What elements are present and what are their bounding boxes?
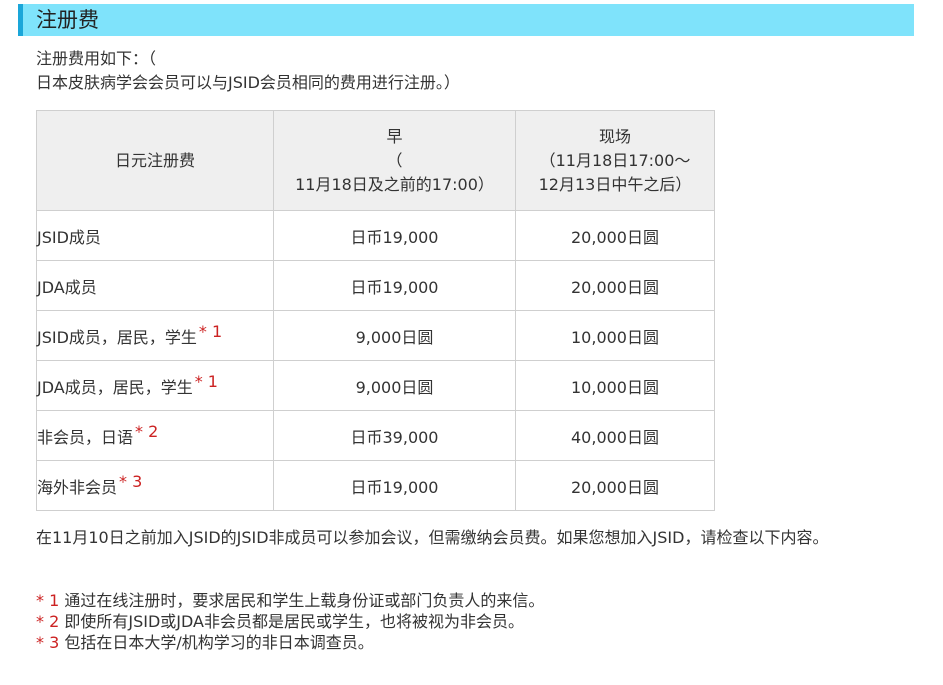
section-header: 注册费 <box>18 4 914 36</box>
table-row: 海外非会员 * 3 日币19,000 20,000日圆 <box>36 460 715 511</box>
row-category: JDA成员，居民，学生 * 1 <box>36 360 274 411</box>
row-category: 非会员，日语 * 2 <box>36 410 274 461</box>
header-onsite-title: 现场 <box>598 126 631 146</box>
table-row: 非会员，日语 * 2 日币39,000 40,000日圆 <box>36 410 715 461</box>
row-category-label: 海外非会员 <box>37 477 118 497</box>
footnote-ref: * 2 <box>36 612 60 631</box>
header-onsite-date-2: 12月13日中午之后） <box>538 174 692 194</box>
footnote-text: 通过在线注册时，要求居民和学生上载身份证或部门负责人的来信。 <box>59 591 545 610</box>
footnote-item: * 1 通过在线注册时，要求居民和学生上载身份证或部门负责人的来信。 <box>36 590 544 611</box>
row-category-label: JDA成员 <box>37 277 97 297</box>
row-category-label: JSID成员，居民，学生 <box>37 327 197 347</box>
row-category-label: JSID成员 <box>37 227 101 247</box>
row-early-fee: 日币19,000 <box>273 210 516 261</box>
row-early-fee: 日币39,000 <box>273 410 516 461</box>
row-onsite-fee: 10,000日圆 <box>515 310 715 361</box>
table-header-row: 日元注册费 早 （ 11月18日及之前的17:00） 现场 （11月18日17:… <box>36 110 715 211</box>
membership-note: 在11月10日之前加入JSID的JSID非成员可以参加会议，但需缴纳会员费。如果… <box>36 528 829 547</box>
row-early-fee: 日币19,000 <box>273 260 516 311</box>
row-category: JSID成员 <box>36 210 274 261</box>
table-row: JSID成员，居民，学生 * 1 9,000日圆 10,000日圆 <box>36 310 715 361</box>
row-category-label: 非会员，日语 <box>37 427 134 447</box>
header-early-title: 早 <box>386 126 403 146</box>
intro-line-1: 注册费用如下：（ <box>36 49 157 68</box>
table-row: JDA成员 日币19,000 20,000日圆 <box>36 260 715 311</box>
footnote-text: 包括在日本大学/机构学习的非日本调查员。 <box>59 633 374 652</box>
footnote-item: * 3 包括在日本大学/机构学习的非日本调查员。 <box>36 632 544 653</box>
table-row: JDA成员，居民，学生 * 1 9,000日圆 10,000日圆 <box>36 360 715 411</box>
section-title: 注册费 <box>36 8 99 32</box>
table-row: JSID成员 日币19,000 20,000日圆 <box>36 210 715 261</box>
header-onsite: 现场 （11月18日17:00〜 12月13日中午之后） <box>515 110 715 211</box>
header-early: 早 （ 11月18日及之前的17:00） <box>273 110 516 211</box>
row-category: JDA成员 <box>36 260 274 311</box>
header-category-label: 日元注册费 <box>114 150 195 170</box>
row-early-fee: 9,000日圆 <box>273 310 516 361</box>
footnote-marker: * 1 <box>198 321 223 341</box>
footnote-ref: * 1 <box>36 591 60 610</box>
registration-fee-table: 日元注册费 早 （ 11月18日及之前的17:00） 现场 （11月18日17:… <box>36 110 715 511</box>
row-category-label: JDA成员，居民，学生 <box>37 377 193 397</box>
footnote-text: 即使所有JSID或JDA非会员都是居民或学生，也将被视为非会员。 <box>59 612 524 631</box>
footnote-item: * 2 即使所有JSID或JDA非会员都是居民或学生，也将被视为非会员。 <box>36 611 544 632</box>
footnote-marker: * 2 <box>135 421 159 441</box>
footnotes: * 1 通过在线注册时，要求居民和学生上载身份证或部门负责人的来信。 * 2 即… <box>36 590 544 653</box>
header-early-date: 11月18日及之前的17:00） <box>295 174 494 194</box>
row-onsite-fee: 40,000日圆 <box>515 410 715 461</box>
row-early-fee: 9,000日圆 <box>273 360 516 411</box>
intro-text: 注册费用如下：（ 日本皮肤病学会会员可以与JSID会员相同的费用进行注册。） <box>36 47 460 95</box>
footnote-marker: * 3 <box>119 471 143 491</box>
intro-line-2: 日本皮肤病学会会员可以与JSID会员相同的费用进行注册。） <box>36 73 460 92</box>
header-category: 日元注册费 <box>36 110 274 211</box>
footnote-ref: * 3 <box>36 633 60 652</box>
row-onsite-fee: 10,000日圆 <box>515 360 715 411</box>
footnote-marker: * 1 <box>194 371 218 391</box>
header-onsite-date-1: （11月18日17:00〜 <box>539 150 691 170</box>
row-onsite-fee: 20,000日圆 <box>515 460 715 511</box>
row-onsite-fee: 20,000日圆 <box>515 210 715 261</box>
row-early-fee: 日币19,000 <box>273 460 516 511</box>
row-category: 海外非会员 * 3 <box>36 460 274 511</box>
row-category: JSID成员，居民，学生 * 1 <box>36 310 274 361</box>
row-onsite-fee: 20,000日圆 <box>515 260 715 311</box>
header-early-paren: （ <box>386 150 403 170</box>
